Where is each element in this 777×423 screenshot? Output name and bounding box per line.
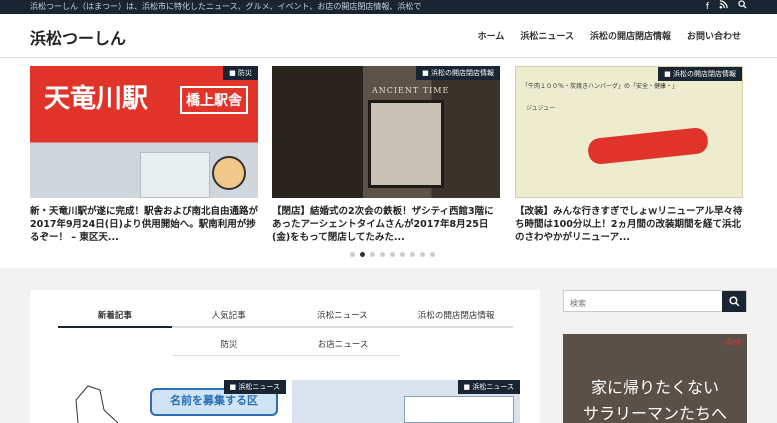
category-tag[interactable]: ■ 浜松の開店閉店情報 <box>416 66 500 80</box>
card-image[interactable]: 「牛肉１００％・炭焼きハンバーグ」の「安全・健康・」 ジュジュー ■ 浜松の開店… <box>515 66 743 198</box>
tab-bar-secondary: 防災 お店ニュース <box>172 333 400 356</box>
nav-hamamatsu-news[interactable]: 浜松ニュース <box>520 29 574 42</box>
tab-bar-primary: 新着記事 人気記事 浜松ニュース 浜松の開店閉店情報 <box>58 304 513 328</box>
site-header: 浜松つーしん ホーム 浜松ニュース 浜松の開店閉店情報 お問い合わせ <box>0 14 777 58</box>
nav-contact[interactable]: お問い合わせ <box>687 29 741 42</box>
category-tag[interactable]: ■ 防災 <box>223 66 258 80</box>
banner-corner-text: Ant <box>725 338 741 348</box>
slider-dot[interactable] <box>350 252 355 257</box>
promo-graphic <box>586 126 710 166</box>
card-image-main-text: 天竜川駅 <box>44 84 149 114</box>
folder-icon: ■ <box>664 70 673 78</box>
search-box <box>563 290 747 314</box>
facebook-icon[interactable]: f <box>706 0 709 14</box>
slider-card[interactable]: ANCIENT TIME ■ 浜松の開店閉店情報 【閉店】結婚式の2次会の鉄板！… <box>272 66 500 244</box>
store-window-graphic <box>368 100 444 188</box>
site-logo[interactable]: 浜松つーしん <box>30 25 126 49</box>
card-title[interactable]: 新・天竜川駅が遂に完成！駅舎および南北自由通路が2017年9月24日(日)より供… <box>30 205 258 244</box>
card-image-sub-text: 橋上駅舎 <box>180 86 248 114</box>
search-input[interactable] <box>564 293 714 314</box>
nav-home[interactable]: ホーム <box>478 29 505 42</box>
card-title[interactable]: 【閉店】結婚式の2次会の鉄板！ザシティ西館3階にあったアーシェントタイムさんが2… <box>272 205 500 244</box>
rss-icon[interactable] <box>719 0 728 14</box>
category-tag[interactable]: ■ 浜松ニュース <box>223 380 286 394</box>
main-content: 新着記事 人気記事 浜松ニュース 浜松の開店閉店情報 防災 お店ニュース 名前を… <box>30 290 540 423</box>
tab-open-close[interactable]: 浜松の開店閉店情報 <box>399 304 513 326</box>
tab-shop-news[interactable]: お店ニュース <box>286 333 400 355</box>
mascot-graphic <box>212 156 246 190</box>
map-screenshot-graphic <box>404 396 514 423</box>
slider-dot[interactable] <box>410 252 415 257</box>
card-image-small-text: ジュジュー <box>526 105 556 112</box>
station-building-graphic <box>140 152 210 198</box>
slider-dot[interactable] <box>400 252 405 257</box>
slider-dot[interactable] <box>420 252 425 257</box>
slider-card[interactable]: 「牛肉１００％・炭焼きハンバーグ」の「安全・健康・」 ジュジュー ■ 浜松の開店… <box>515 66 743 244</box>
banner-line-1: 家に帰りたくない <box>590 378 719 397</box>
article-thumb[interactable]: 名前を募集する区 ■ 浜松ニュース <box>58 380 286 423</box>
card-image-headline: 「牛肉１００％・炭焼きハンバーグ」の「安全・健康・」 <box>522 83 679 90</box>
search-button[interactable] <box>722 291 746 312</box>
featured-slider: 天竜川駅 橋上駅舎 ■ 防災 新・天竜川駅が遂に完成！駅舎および南北自由通路が2… <box>0 58 777 268</box>
tab-popular[interactable]: 人気記事 <box>172 304 286 326</box>
slider-dots <box>350 252 435 257</box>
slider-dot[interactable] <box>430 252 435 257</box>
slider-dot[interactable] <box>380 252 385 257</box>
card-title[interactable]: 【改装】みんな行きすぎでしょｗリニューアル早々待ち時間は100分以上！2ヵ月間の… <box>515 205 743 244</box>
banner-line-2: サラリーマンたちへ <box>582 404 727 423</box>
slider-card[interactable]: 天竜川駅 橋上駅舎 ■ 防災 新・天竜川駅が遂に完成！駅舎および南北自由通路が2… <box>30 66 258 244</box>
tab-disaster[interactable]: 防災 <box>172 333 286 355</box>
article-thumb[interactable]: ■ 浜松ニュース <box>292 380 520 423</box>
store-sign-text: ANCIENT TIME <box>372 86 450 95</box>
main-nav: ホーム 浜松ニュース 浜松の開店閉店情報 お問い合わせ <box>478 29 741 42</box>
sidebar: Ant 家に帰りたくない サラリーマンたちへ <box>563 290 747 423</box>
search-icon <box>728 296 739 307</box>
map-graphic <box>75 385 119 423</box>
card-image[interactable]: ANCIENT TIME ■ 浜松の開店閉店情報 <box>272 66 500 198</box>
search-icon[interactable] <box>738 0 747 14</box>
top-bar: 浜松つーしん（はまつー）は、浜松市に特化したニュース、グルメ、イベント、お店の開… <box>0 0 777 14</box>
tab-new-articles[interactable]: 新着記事 <box>58 304 172 328</box>
slider-dot[interactable] <box>390 252 395 257</box>
folder-icon: ■ <box>422 69 431 77</box>
sidebar-banner[interactable]: Ant 家に帰りたくない サラリーマンたちへ <box>563 334 747 423</box>
card-image[interactable]: 天竜川駅 橋上駅舎 ■ 防災 <box>30 66 258 198</box>
social-icons: f <box>706 0 747 14</box>
slider-dot[interactable] <box>360 252 365 257</box>
category-tag[interactable]: ■ 浜松ニュース <box>457 380 520 394</box>
category-tag[interactable]: ■ 浜松の開店閉店情報 <box>658 67 742 81</box>
site-tagline: 浜松つーしん（はまつー）は、浜松市に特化したニュース、グルメ、イベント、お店の開… <box>30 2 422 11</box>
tab-hamamatsu-news[interactable]: 浜松ニュース <box>286 304 400 326</box>
slider-dot[interactable] <box>370 252 375 257</box>
nav-open-close-info[interactable]: 浜松の開店閉店情報 <box>590 29 671 42</box>
folder-icon: ■ <box>229 69 238 77</box>
